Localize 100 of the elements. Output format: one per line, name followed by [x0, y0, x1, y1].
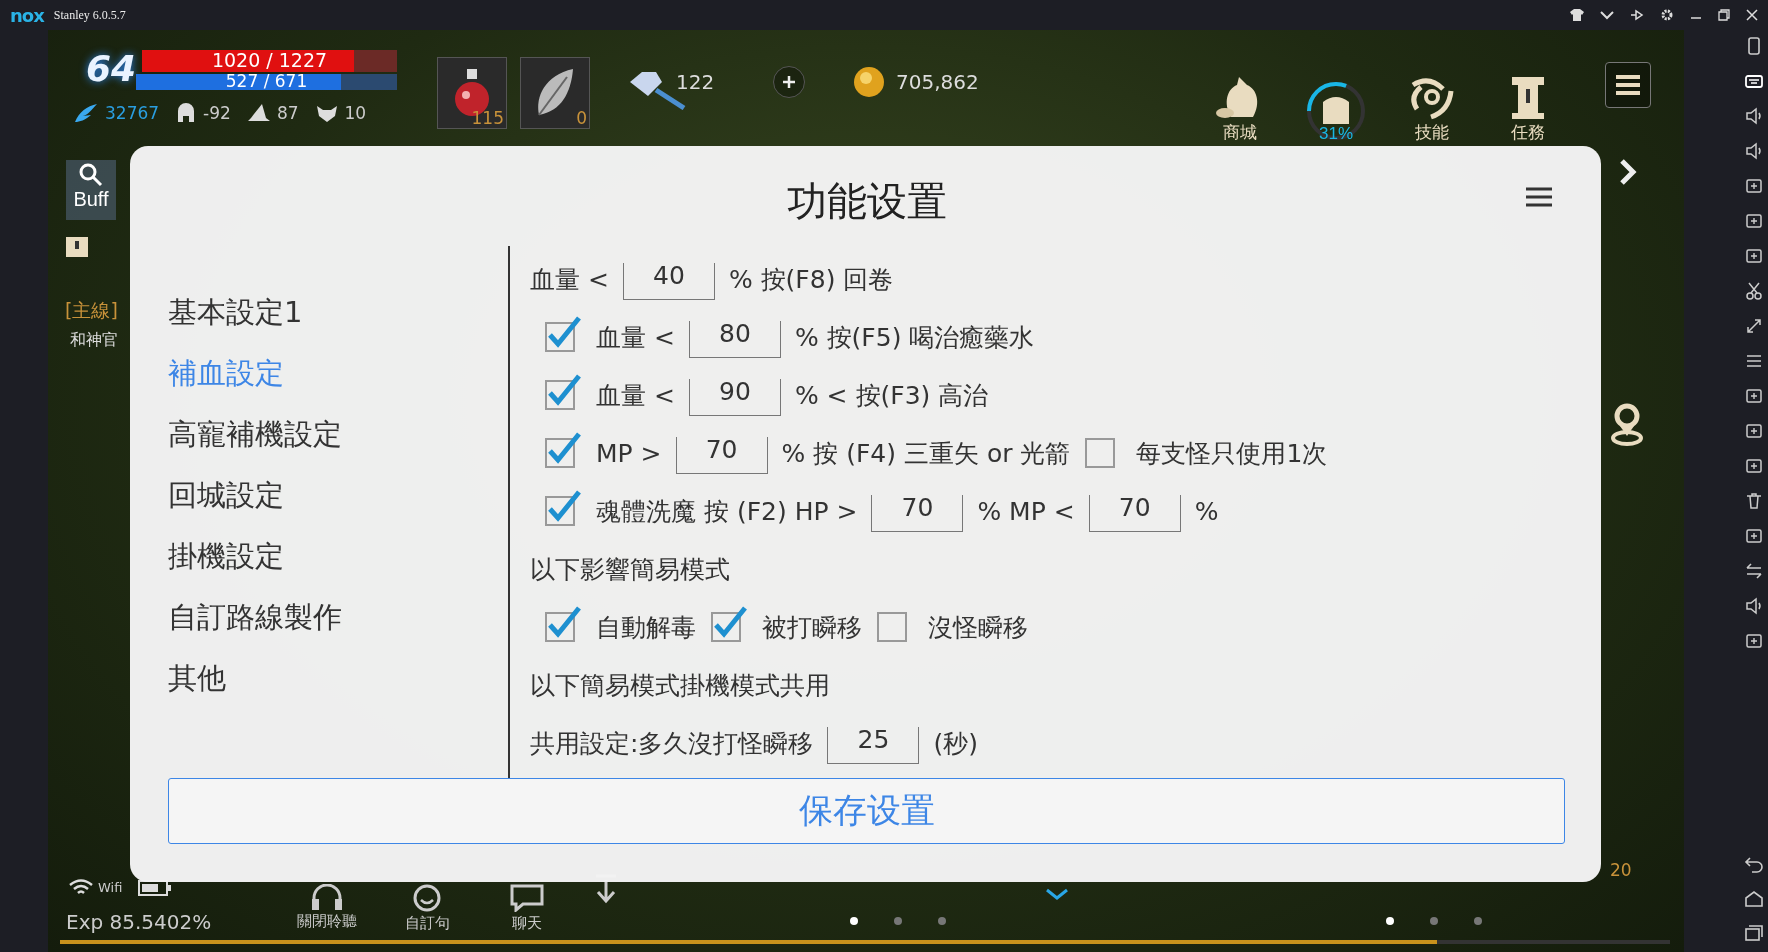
search-icon	[78, 162, 104, 188]
page-dot[interactable]	[850, 917, 858, 925]
setting-label: MP >	[596, 438, 662, 468]
menu-shortcut-button[interactable]: 任務	[1488, 52, 1568, 144]
setting-label: %	[1194, 496, 1219, 526]
item-count: 115	[471, 108, 504, 128]
back-icon[interactable]	[1744, 856, 1764, 874]
chat-action-button[interactable]: 關閉聆聽	[292, 884, 362, 933]
checkbox[interactable]	[544, 489, 582, 527]
setting-label: 血量 <	[596, 379, 675, 412]
page-dot[interactable]	[1474, 917, 1482, 925]
setting-label: % 按(F5) 喝治癒藥水	[794, 321, 1035, 354]
home-icon[interactable]	[1744, 890, 1764, 908]
settings-nav-item[interactable]: 基本設定1	[168, 288, 303, 338]
menu-shortcut-button[interactable]: 31%	[1296, 52, 1376, 144]
exp-text: Exp 85.5402%	[66, 910, 212, 934]
setting-label: 沒怪瞬移	[928, 611, 1028, 644]
menu-icon	[1615, 74, 1641, 96]
setting-label: 共用設定:多久沒打怪瞬移	[530, 727, 814, 760]
headphones-icon	[311, 884, 343, 910]
quest-text: 和神官	[70, 330, 118, 351]
settings-nav-item[interactable]: 自訂路線製作	[168, 593, 342, 643]
checkbox[interactable]	[544, 431, 582, 469]
restore-icon[interactable]	[1718, 9, 1730, 21]
swap-icon[interactable]	[1744, 561, 1764, 581]
map-pin-icon[interactable]	[1610, 402, 1644, 446]
item-slot[interactable]: 0	[520, 57, 590, 129]
section-heading: 以下簡易模式掛機模式共用	[530, 669, 830, 702]
setting-label: % MP <	[977, 496, 1075, 526]
mute-icon[interactable]	[1744, 596, 1764, 616]
number-field[interactable]: 40	[622, 262, 715, 300]
settings-nav-item[interactable]: 掛機設定	[168, 532, 284, 582]
coin-icon	[853, 66, 885, 98]
menu-icon[interactable]	[1525, 186, 1553, 208]
setting-label: 血量 <	[530, 263, 609, 296]
volume-up-icon[interactable]	[1744, 106, 1764, 126]
setting-label: 魂體洗魔 按 (F2) HP >	[596, 495, 858, 528]
window-title: Stanley 6.0.5.7	[53, 7, 126, 23]
chevron-right-icon[interactable]	[1618, 158, 1638, 186]
number-field[interactable]: 25	[827, 726, 920, 764]
number-field[interactable]: 90	[688, 378, 781, 416]
setting-label: % 按(F8) 回卷	[728, 263, 894, 296]
number-field[interactable]: 70	[675, 436, 768, 474]
item-slot[interactable]: 115	[437, 57, 507, 129]
settings-nav-item[interactable]: 其他	[168, 654, 226, 704]
chat-action-button[interactable]: 聊天	[492, 884, 562, 933]
coin-count: 705,862	[896, 70, 979, 94]
settings-icon[interactable]	[1660, 8, 1674, 22]
wing-icon	[73, 102, 99, 124]
setting-label: 每支怪只使用1次	[1136, 437, 1328, 470]
section-heading: 以下影響簡易模式	[530, 553, 730, 586]
add-button[interactable]	[773, 66, 805, 98]
setting-label: 自動解毒	[596, 611, 696, 644]
crystal-count: 122	[676, 70, 715, 94]
menu-button[interactable]	[1605, 62, 1651, 108]
close-icon[interactable]	[1746, 9, 1758, 21]
wifi-label: Wifi	[98, 880, 123, 895]
resize-icon[interactable]	[1744, 316, 1764, 336]
stat-value: 10	[344, 103, 367, 123]
checkbox[interactable]	[544, 373, 582, 411]
quest-tag: [主線]	[65, 298, 118, 324]
page-dot[interactable]	[1430, 917, 1438, 925]
page-dot[interactable]	[1386, 917, 1394, 925]
number-field[interactable]: 80	[688, 320, 781, 358]
number-field[interactable]: 70	[871, 494, 964, 532]
shirt-icon[interactable]	[1570, 9, 1584, 21]
chevron-down-icon[interactable]	[1045, 888, 1069, 900]
setting-label: % 按 (F4) 三重矢 or 光箭	[781, 437, 1071, 470]
level-number: 64	[86, 48, 137, 89]
checkbox[interactable]	[710, 605, 748, 643]
buff-button[interactable]: Buff	[66, 160, 116, 220]
number-field[interactable]: 70	[1088, 494, 1181, 532]
recent-apps-icon[interactable]	[1744, 924, 1764, 942]
checkbox[interactable]	[544, 315, 582, 353]
checkbox[interactable]	[544, 605, 582, 643]
menu-shortcut-button[interactable]: 商城	[1200, 52, 1280, 144]
page-dot[interactable]	[894, 917, 902, 925]
mp-text: 527 / 671	[224, 72, 309, 90]
plus-icon	[782, 75, 796, 89]
stat-value: 32767	[105, 103, 160, 123]
chat-bubble-icon	[510, 884, 544, 912]
trash-icon[interactable]	[1744, 491, 1764, 511]
settings-nav-item[interactable]: 高寵補機設定	[168, 410, 342, 460]
item-count: 0	[576, 108, 587, 128]
setting-label: % < 按(F3) 高治	[794, 379, 989, 412]
volume-down-icon[interactable]	[1744, 141, 1764, 161]
menu-shortcut-button[interactable]: 技能	[1392, 52, 1472, 144]
page-dot[interactable]	[938, 917, 946, 925]
chat-action-button[interactable]: 自訂句	[392, 884, 462, 933]
setting-label: (秒)	[933, 727, 978, 760]
battery-icon	[138, 880, 172, 896]
item-count: 20	[1610, 860, 1632, 880]
settings-nav-item[interactable]: 回城設定	[168, 471, 284, 521]
hp-text: 1020 / 1227	[210, 48, 329, 72]
stat-value: -92	[203, 103, 231, 123]
add-icon[interactable]	[1744, 631, 1764, 651]
dialog-title: 功能设置	[786, 176, 947, 226]
setting-label: 被打瞬移	[762, 611, 862, 644]
scissors-icon[interactable]	[1744, 281, 1764, 301]
stat-value: 87	[276, 103, 299, 123]
